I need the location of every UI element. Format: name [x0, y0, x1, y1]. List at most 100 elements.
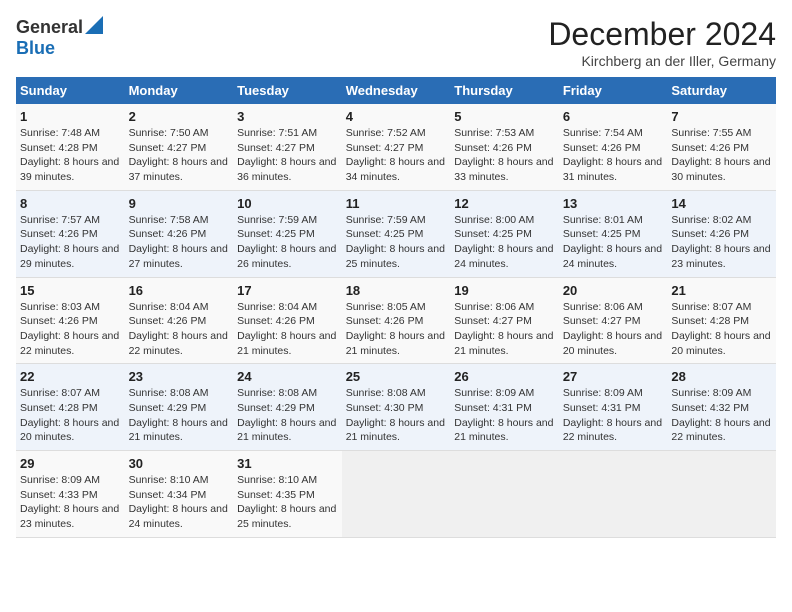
- day-number: 15: [20, 283, 121, 298]
- day-info: Sunrise: 8:08 AMSunset: 4:29 PMDaylight:…: [129, 386, 230, 445]
- calendar-week-3: 15 Sunrise: 8:03 AMSunset: 4:26 PMDayligh…: [16, 277, 776, 364]
- day-info: Sunrise: 8:10 AMSunset: 4:34 PMDaylight:…: [129, 473, 230, 532]
- day-number: 13: [563, 196, 664, 211]
- weekday-header-row: SundayMondayTuesdayWednesdayThursdayFrid…: [16, 77, 776, 104]
- calendar-cell: [450, 451, 559, 538]
- calendar-cell: 7Sunrise: 7:55 AMSunset: 4:26 PMDaylight…: [667, 104, 776, 190]
- calendar-cell: 3 Sunrise: 7:51 AMSunset: 4:27 PMDaylight…: [233, 104, 342, 190]
- calendar-cell: 16 Sunrise: 8:04 AMSunset: 4:26 PMDayligh…: [125, 277, 234, 364]
- day-number: 3: [237, 109, 338, 124]
- day-number: 9: [129, 196, 230, 211]
- day-number: 25: [346, 369, 447, 384]
- calendar-cell: 11Sunrise: 7:59 AMSunset: 4:25 PMDayligh…: [342, 190, 451, 277]
- day-info: Sunrise: 8:07 AMSunset: 4:28 PMDaylight:…: [20, 386, 121, 445]
- calendar-cell: [342, 451, 451, 538]
- day-number: 29: [20, 456, 121, 471]
- weekday-header-thursday: Thursday: [450, 77, 559, 104]
- day-number: 24: [237, 369, 338, 384]
- day-info: Sunrise: 7:58 AMSunset: 4:26 PMDaylight:…: [129, 213, 230, 272]
- calendar-cell: 31 Sunrise: 8:10 AMSunset: 4:35 PMDayligh…: [233, 451, 342, 538]
- calendar-cell: [667, 451, 776, 538]
- calendar-cell: 19Sunrise: 8:06 AMSunset: 4:27 PMDayligh…: [450, 277, 559, 364]
- day-number: 31: [237, 456, 338, 471]
- calendar-cell: 15 Sunrise: 8:03 AMSunset: 4:26 PMDayligh…: [16, 277, 125, 364]
- day-info: Sunrise: 8:03 AMSunset: 4:26 PMDaylight:…: [20, 300, 121, 359]
- calendar-cell: 8 Sunrise: 7:57 AMSunset: 4:26 PMDaylight…: [16, 190, 125, 277]
- day-number: 14: [671, 196, 772, 211]
- day-number: 21: [671, 283, 772, 298]
- day-info: Sunrise: 8:06 AMSunset: 4:27 PMDaylight:…: [454, 300, 555, 359]
- calendar-week-5: 29 Sunrise: 8:09 AMSunset: 4:33 PMDayligh…: [16, 451, 776, 538]
- day-info: Sunrise: 7:54 AMSunset: 4:26 PMDaylight:…: [563, 126, 664, 185]
- calendar-cell: 17 Sunrise: 8:04 AMSunset: 4:26 PMDayligh…: [233, 277, 342, 364]
- calendar-body: 1Sunrise: 7:48 AMSunset: 4:28 PMDaylight…: [16, 104, 776, 537]
- weekday-header-sunday: Sunday: [16, 77, 125, 104]
- day-number: 20: [563, 283, 664, 298]
- day-number: 8: [20, 196, 121, 211]
- calendar-cell: 14 Sunrise: 8:02 AMSunset: 4:26 PMDayligh…: [667, 190, 776, 277]
- calendar-cell: 5 Sunrise: 7:53 AMSunset: 4:26 PMDaylight…: [450, 104, 559, 190]
- calendar-week-1: 1Sunrise: 7:48 AMSunset: 4:28 PMDaylight…: [16, 104, 776, 190]
- day-info: Sunrise: 8:10 AMSunset: 4:35 PMDaylight:…: [237, 473, 338, 532]
- calendar-cell: 28Sunrise: 8:09 AMSunset: 4:32 PMDayligh…: [667, 364, 776, 451]
- day-number: 23: [129, 369, 230, 384]
- calendar-cell: 18 Sunrise: 8:05 AMSunset: 4:26 PMDayligh…: [342, 277, 451, 364]
- calendar-cell: 1Sunrise: 7:48 AMSunset: 4:28 PMDaylight…: [16, 104, 125, 190]
- month-title: December 2024: [548, 16, 776, 53]
- weekday-header-wednesday: Wednesday: [342, 77, 451, 104]
- weekday-header-saturday: Saturday: [667, 77, 776, 104]
- day-number: 7: [671, 109, 772, 124]
- location-title: Kirchberg an der Iller, Germany: [548, 53, 776, 69]
- day-number: 5: [454, 109, 555, 124]
- calendar-cell: 29 Sunrise: 8:09 AMSunset: 4:33 PMDayligh…: [16, 451, 125, 538]
- calendar-cell: 27 Sunrise: 8:09 AMSunset: 4:31 PMDayligh…: [559, 364, 668, 451]
- calendar-week-2: 8 Sunrise: 7:57 AMSunset: 4:26 PMDaylight…: [16, 190, 776, 277]
- calendar-cell: 12Sunrise: 8:00 AMSunset: 4:25 PMDayligh…: [450, 190, 559, 277]
- day-number: 10: [237, 196, 338, 211]
- calendar-cell: [559, 451, 668, 538]
- calendar-cell: 6Sunrise: 7:54 AMSunset: 4:26 PMDaylight…: [559, 104, 668, 190]
- day-number: 17: [237, 283, 338, 298]
- day-info: Sunrise: 8:05 AMSunset: 4:26 PMDaylight:…: [346, 300, 447, 359]
- weekday-header-friday: Friday: [559, 77, 668, 104]
- day-number: 11: [346, 196, 447, 211]
- weekday-header-tuesday: Tuesday: [233, 77, 342, 104]
- header: General Blue December 2024 Kirchberg an …: [16, 16, 776, 69]
- calendar-cell: 21 Sunrise: 8:07 AMSunset: 4:28 PMDayligh…: [667, 277, 776, 364]
- calendar-cell: 30 Sunrise: 8:10 AMSunset: 4:34 PMDayligh…: [125, 451, 234, 538]
- calendar-cell: 23 Sunrise: 8:08 AMSunset: 4:29 PMDayligh…: [125, 364, 234, 451]
- day-info: Sunrise: 8:04 AMSunset: 4:26 PMDaylight:…: [129, 300, 230, 359]
- day-info: Sunrise: 8:08 AMSunset: 4:29 PMDaylight:…: [237, 386, 338, 445]
- day-info: Sunrise: 7:52 AMSunset: 4:27 PMDaylight:…: [346, 126, 447, 185]
- calendar-header: SundayMondayTuesdayWednesdayThursdayFrid…: [16, 77, 776, 104]
- day-number: 30: [129, 456, 230, 471]
- weekday-header-monday: Monday: [125, 77, 234, 104]
- day-number: 27: [563, 369, 664, 384]
- logo: General Blue: [16, 16, 103, 59]
- day-info: Sunrise: 8:02 AMSunset: 4:26 PMDaylight:…: [671, 213, 772, 272]
- day-info: Sunrise: 8:07 AMSunset: 4:28 PMDaylight:…: [671, 300, 772, 359]
- day-info: Sunrise: 8:04 AMSunset: 4:26 PMDaylight:…: [237, 300, 338, 359]
- day-info: Sunrise: 7:57 AMSunset: 4:26 PMDaylight:…: [20, 213, 121, 272]
- calendar-cell: 13Sunrise: 8:01 AMSunset: 4:25 PMDayligh…: [559, 190, 668, 277]
- day-info: Sunrise: 7:59 AMSunset: 4:25 PMDaylight:…: [237, 213, 338, 272]
- day-info: Sunrise: 7:51 AMSunset: 4:27 PMDaylight:…: [237, 126, 338, 185]
- day-info: Sunrise: 7:50 AMSunset: 4:27 PMDaylight:…: [129, 126, 230, 185]
- day-info: Sunrise: 8:09 AMSunset: 4:31 PMDaylight:…: [454, 386, 555, 445]
- logo-triangle-icon: [85, 16, 103, 34]
- calendar-week-4: 22 Sunrise: 8:07 AMSunset: 4:28 PMDayligh…: [16, 364, 776, 451]
- day-info: Sunrise: 8:00 AMSunset: 4:25 PMDaylight:…: [454, 213, 555, 272]
- title-area: December 2024 Kirchberg an der Iller, Ge…: [548, 16, 776, 69]
- day-info: Sunrise: 7:53 AMSunset: 4:26 PMDaylight:…: [454, 126, 555, 185]
- calendar-cell: 20 Sunrise: 8:06 AMSunset: 4:27 PMDayligh…: [559, 277, 668, 364]
- day-info: Sunrise: 8:06 AMSunset: 4:27 PMDaylight:…: [563, 300, 664, 359]
- day-number: 28: [671, 369, 772, 384]
- calendar-cell: 26Sunrise: 8:09 AMSunset: 4:31 PMDayligh…: [450, 364, 559, 451]
- day-number: 22: [20, 369, 121, 384]
- day-number: 4: [346, 109, 447, 124]
- day-info: Sunrise: 8:09 AMSunset: 4:31 PMDaylight:…: [563, 386, 664, 445]
- calendar-cell: 10 Sunrise: 7:59 AMSunset: 4:25 PMDayligh…: [233, 190, 342, 277]
- day-number: 16: [129, 283, 230, 298]
- day-number: 18: [346, 283, 447, 298]
- day-info: Sunrise: 8:09 AMSunset: 4:33 PMDaylight:…: [20, 473, 121, 532]
